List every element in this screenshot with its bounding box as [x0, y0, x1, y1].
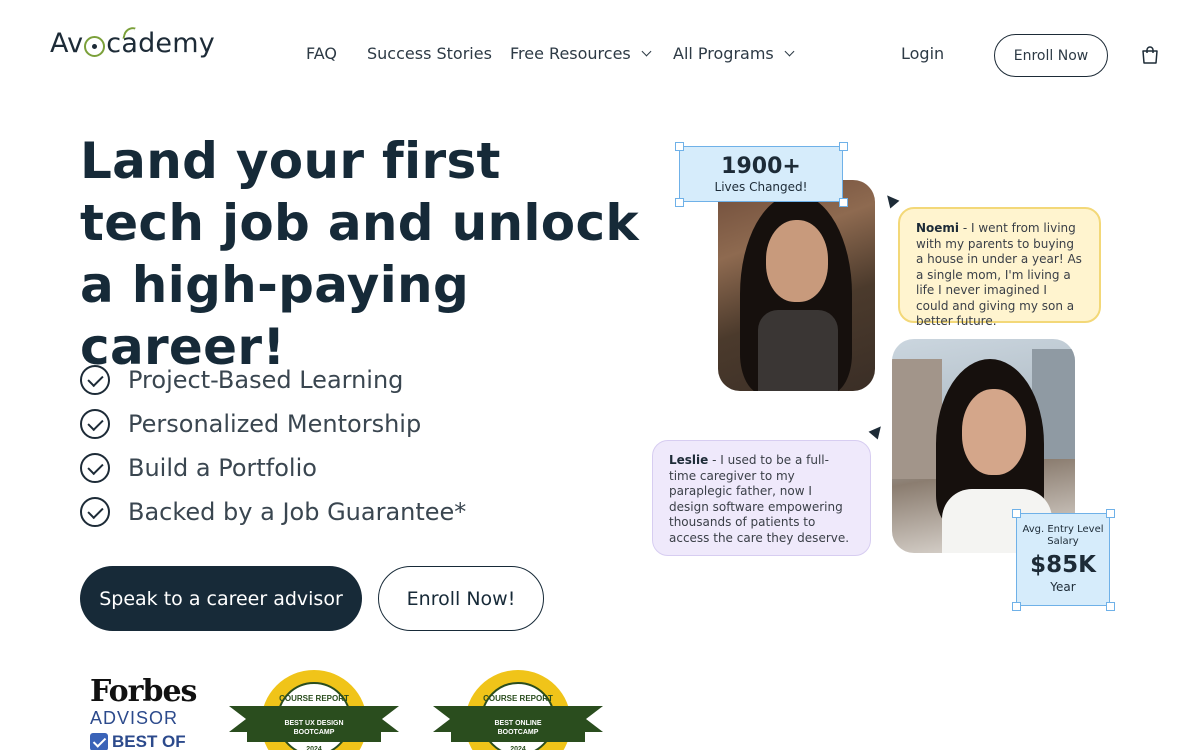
testimonial-noemi: Noemi - I went from living with my paren…	[898, 207, 1101, 328]
nav-free-resources[interactable]: Free Resources	[510, 44, 652, 63]
feature-item: Backed by a Job Guarantee*	[80, 490, 466, 534]
feature-item: Personalized Mentorship	[80, 402, 466, 446]
testimonial-name: Leslie	[669, 453, 709, 467]
header-enroll-button[interactable]: Enroll Now	[994, 34, 1108, 77]
face-shape	[766, 220, 828, 302]
checkbox-icon	[90, 733, 108, 750]
feature-list: Project-Based Learning Personalized Ment…	[80, 358, 466, 534]
feature-label: Personalized Mentorship	[128, 410, 422, 438]
cursor-icon	[868, 422, 886, 440]
feature-label: Backed by a Job Guarantee*	[128, 498, 467, 526]
enroll-now-button[interactable]: Enroll Now!	[378, 566, 544, 631]
logo[interactable]: Av cademy	[50, 24, 215, 59]
selection-handle	[1106, 509, 1115, 518]
salary-value: $85K	[1030, 552, 1096, 578]
chevron-down-icon	[641, 46, 652, 57]
cursor-icon	[882, 191, 900, 209]
forbes-best-of: BEST OF	[90, 732, 200, 750]
selection-handle	[675, 198, 684, 207]
award-band-text: BEST ONLINE BOOTCAMP	[451, 714, 585, 742]
salary-period: Year	[1050, 580, 1076, 594]
forbes-best-label: BEST OF	[112, 732, 186, 750]
forbes-advisor-badge: Forbes ADVISOR BEST OF	[90, 676, 200, 750]
lives-number: 1900+	[721, 154, 801, 179]
feature-label: Build a Portfolio	[128, 454, 317, 482]
feature-item: Project-Based Learning	[80, 358, 466, 402]
hero-title: Land your first tech job and unlock a hi…	[80, 132, 639, 376]
forbes-subtitle: ADVISOR	[90, 708, 179, 728]
check-circle-icon	[80, 453, 110, 483]
login-label: Login	[901, 44, 945, 63]
face-shape	[962, 389, 1026, 475]
salary-box: Avg. Entry Level Salary $85K Year	[1016, 513, 1110, 606]
testimonial-name: Noemi	[916, 221, 960, 235]
student-photo-1	[718, 180, 875, 391]
logo-text-start: Av	[50, 28, 84, 59]
award-year: 2024	[510, 746, 526, 750]
nav-faq[interactable]: FAQ	[306, 44, 337, 63]
building-shape	[892, 359, 942, 479]
testimonial-text: - I went from living with my parents to …	[916, 221, 1082, 328]
check-circle-icon	[80, 409, 110, 439]
award-year: 2024	[306, 746, 322, 750]
career-advisor-button[interactable]: Speak to a career advisor	[80, 566, 362, 631]
award-badge-online: COURSE REPORT BEST ONLINE BOOTCAMP 2024	[433, 670, 603, 750]
salary-label: Avg. Entry Level Salary	[1022, 524, 1104, 547]
selection-handle	[839, 142, 848, 151]
selection-handle	[1106, 602, 1115, 611]
selection-handle	[839, 198, 848, 207]
award-top-text: COURSE REPORT	[279, 694, 349, 703]
selection-handle	[1012, 602, 1021, 611]
nav-success-stories-label: Success Stories	[367, 44, 492, 63]
nav-all-programs-label: All Programs	[673, 44, 774, 63]
feature-label: Project-Based Learning	[128, 366, 404, 394]
site-header: Av cademy FAQ Success Stories Free Resou…	[0, 0, 1200, 110]
selection-handle	[675, 142, 684, 151]
testimonial-leslie: Leslie - I used to be a full-time caregi…	[652, 440, 871, 556]
selection-handle	[1012, 509, 1021, 518]
award-badge-ux: COURSE REPORT BEST UX DESIGN BOOTCAMP 20…	[229, 670, 399, 750]
logo-text-end: cademy	[106, 28, 215, 59]
award-band-text: BEST UX DESIGN BOOTCAMP	[247, 714, 381, 742]
feature-item: Build a Portfolio	[80, 446, 466, 490]
nav-faq-label: FAQ	[306, 44, 337, 63]
lives-changed-box: 1900+ Lives Changed!	[679, 146, 843, 202]
check-circle-icon	[80, 365, 110, 395]
forbes-title: Forbes	[90, 674, 197, 709]
shopping-bag-icon[interactable]	[1140, 45, 1160, 65]
shirt-shape	[758, 310, 838, 391]
logo-o-icon	[84, 36, 106, 57]
award-top-text: COURSE REPORT	[483, 694, 553, 703]
chevron-down-icon	[784, 46, 795, 57]
nav-all-programs[interactable]: All Programs	[673, 44, 795, 63]
nav-success-stories[interactable]: Success Stories	[367, 44, 492, 63]
lives-label: Lives Changed!	[714, 180, 808, 194]
nav-free-resources-label: Free Resources	[510, 44, 631, 63]
check-circle-icon	[80, 497, 110, 527]
login-link[interactable]: Login	[901, 44, 944, 63]
